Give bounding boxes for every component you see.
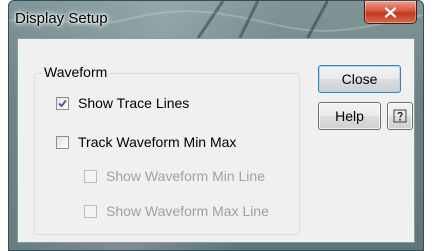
show-trace-lines-label: Show Trace Lines [78,95,190,111]
show-waveform-min-line-option: Show Waveform Min Line [84,168,265,184]
context-help-icon [393,109,407,123]
dialog-client-area: Waveform Show Trace Lines Track Waveform… [17,38,415,243]
display-setup-dialog: Display Setup Waveform Show Trace Lines … [8,0,424,251]
waveform-group-label: Waveform [42,64,110,80]
title-bar[interactable]: Display Setup [9,1,423,38]
window-title: Display Setup [15,10,108,27]
context-help-button[interactable] [387,102,413,130]
track-waveform-min-max-label: Track Waveform Min Max [78,134,237,150]
checkmark-icon [58,99,67,107]
show-waveform-min-line-checkbox [84,169,97,183]
show-trace-lines-checkbox[interactable] [56,96,69,110]
window-close-button[interactable] [364,1,417,24]
help-button[interactable]: Help [318,102,381,130]
show-trace-lines-option[interactable]: Show Trace Lines [56,95,189,111]
show-waveform-max-line-label: Show Waveform Max Line [106,203,269,219]
show-waveform-min-line-label: Show Waveform Min Line [106,168,265,184]
track-waveform-min-max-option[interactable]: Track Waveform Min Max [56,134,236,150]
show-waveform-max-line-checkbox [84,204,97,218]
track-waveform-min-max-checkbox[interactable] [56,135,69,149]
close-button[interactable]: Close [318,65,401,93]
close-x-icon [384,6,397,18]
show-waveform-max-line-option: Show Waveform Max Line [84,203,269,219]
